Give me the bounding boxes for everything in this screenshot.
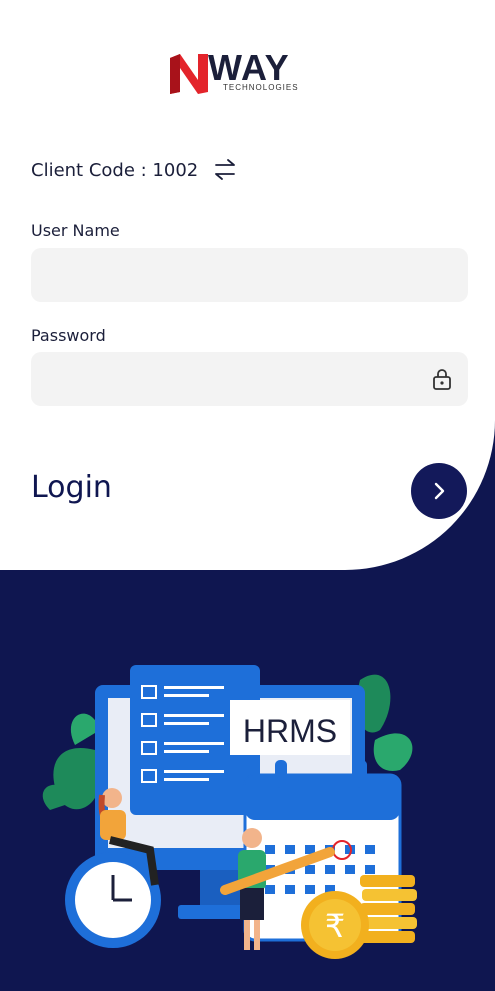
password-input[interactable] [31,352,468,406]
login-card: WAY TECHNOLOGIES Client Code : 1002 User… [0,0,495,570]
chevron-right-icon [434,482,445,500]
hrms-screen-text: HRMS [243,713,337,749]
username-label: User Name [31,221,120,240]
client-code-row: Client Code : 1002 [31,154,238,186]
username-input[interactable] [31,248,468,302]
password-field-wrapper [31,352,468,406]
brand-logo: WAY TECHNOLOGIES [168,48,318,100]
client-code-label: Client Code : 1002 [31,159,199,181]
login-submit-button[interactable] [411,463,467,519]
lock-icon[interactable] [432,368,452,390]
login-heading: Login [31,470,112,505]
password-label: Password [31,326,106,345]
coin-stack [360,875,417,943]
swap-arrows-icon[interactable] [212,157,238,183]
rupee-symbol: ₹ [325,907,345,945]
logo-tagline: TECHNOLOGIES [223,83,299,92]
logo-wordmark: WAY [208,47,290,88]
hrms-illustration: HRMS ₹ [42,665,417,959]
plant-right [356,674,413,771]
plant-left [42,713,100,810]
username-field-wrapper [31,248,468,302]
